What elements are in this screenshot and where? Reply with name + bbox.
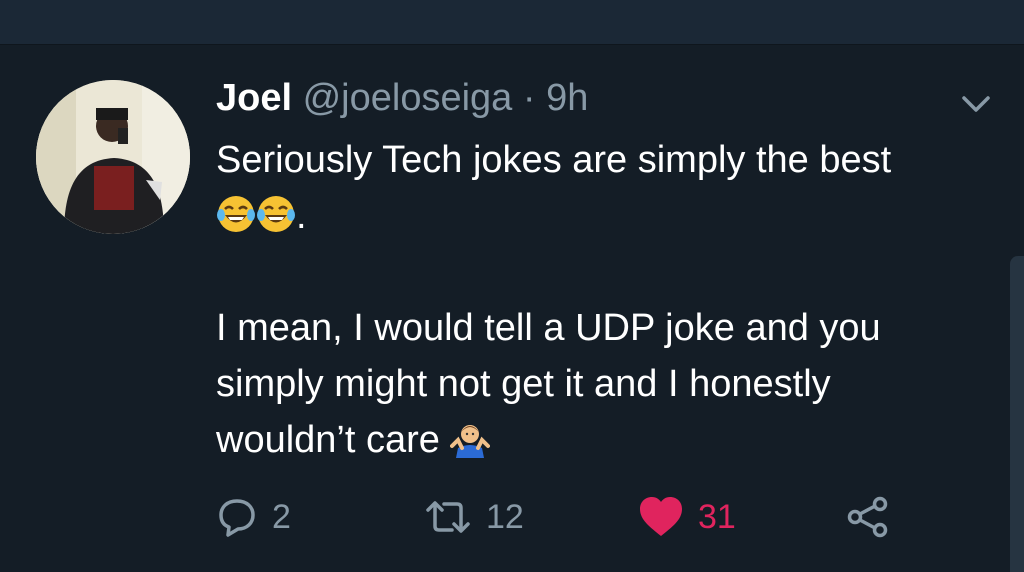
face-with-tears-of-joy-emoji (257, 196, 295, 232)
tweet-line-emoji: . (216, 188, 996, 244)
avatar[interactable] (36, 80, 190, 234)
tweet-line-last: wouldn’t care (216, 412, 996, 468)
like-button[interactable]: 31 (638, 492, 736, 542)
share-button[interactable] (846, 492, 890, 542)
retweet-count: 12 (486, 497, 524, 536)
heart-icon (640, 497, 682, 536)
tweet-header: Joel @joeloseiga · 9h (216, 76, 588, 120)
retweet-button[interactable]: 12 (424, 492, 524, 542)
timestamp[interactable]: 9h (546, 77, 588, 119)
reply-icon (219, 499, 255, 537)
reply-button[interactable]: 2 (216, 492, 291, 542)
scrollbar[interactable] (1010, 256, 1024, 572)
separator: · (522, 77, 536, 119)
avatar-photo (36, 80, 190, 234)
author-name[interactable]: Joel (216, 77, 292, 119)
reply-count: 2 (272, 497, 291, 536)
tweet-body: Seriously Tech jokes are simply the best… (216, 132, 996, 468)
like-count: 31 (698, 497, 736, 536)
author-handle[interactable]: @joeloseiga (303, 77, 513, 119)
share-icon (847, 496, 888, 538)
face-with-tears-of-joy-emoji (217, 196, 255, 232)
person-shrugging-emoji (450, 425, 491, 458)
chevron-down-icon[interactable] (958, 92, 994, 116)
tweet-line: I mean, I would tell a UDP joke and you (216, 307, 881, 349)
tweet-line: simply might not get it and I honestly (216, 363, 831, 405)
top-bar (0, 0, 1024, 45)
tweet-line: wouldn’t care (216, 419, 440, 461)
tweet-actions: 2 12 31 (216, 492, 916, 542)
tweet-punctuation: . (296, 195, 307, 237)
retweet-icon (426, 501, 470, 533)
tweet-line: Seriously Tech jokes are simply the best (216, 139, 892, 181)
